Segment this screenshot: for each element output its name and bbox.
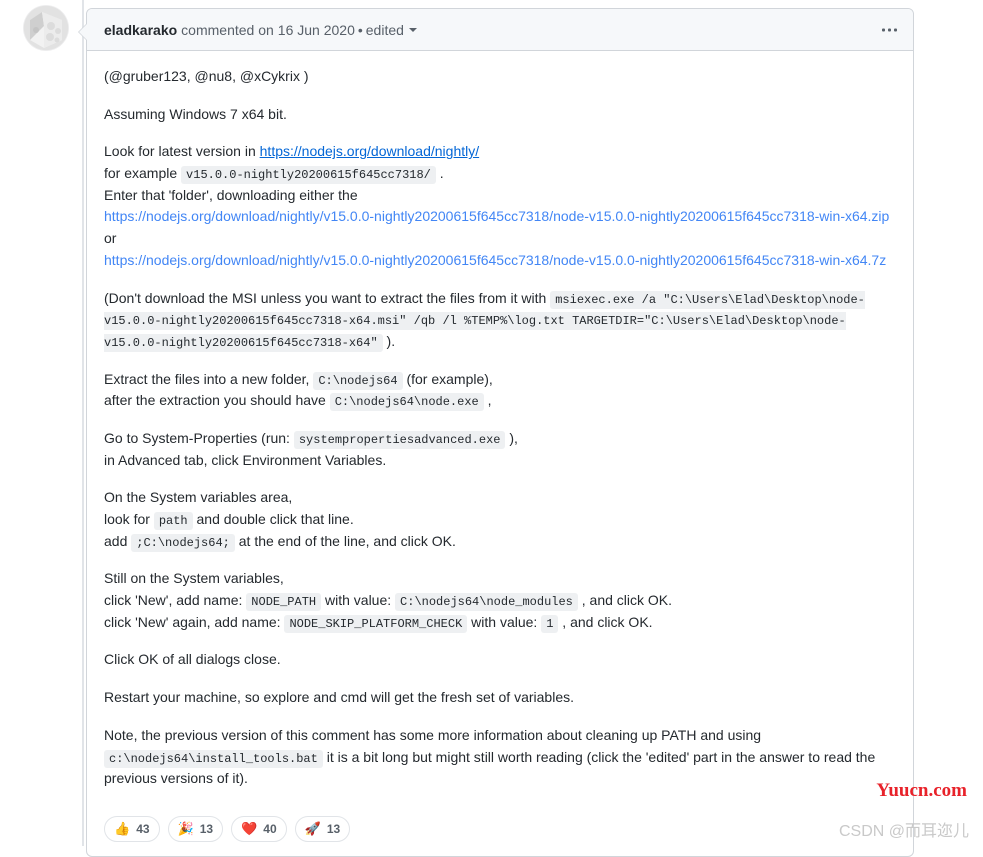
or-text: or <box>104 230 117 247</box>
sysvars-area-text: On the System variables area, <box>104 489 293 506</box>
enter-folder-text: Enter that 'folder', downloading either … <box>104 186 358 203</box>
new2-suffix-text: , and click OK. <box>558 613 653 630</box>
sysprops-prefix-text: Go to System-Properties (run: <box>104 429 294 446</box>
version-folder-code: v15.0.0-nightly20200615f645cc7318/ <box>181 166 436 185</box>
node-skip-platform-check-name-code: NODE_SKIP_PLATFORM_CHECK <box>284 614 468 633</box>
kebab-dot-2 <box>888 28 891 31</box>
party-popper-icon: 🎉 <box>177 821 194 837</box>
node-path-value-code: C:\nodejs64\node_modules <box>395 593 578 612</box>
heart-icon: ❤️ <box>241 821 258 837</box>
nodejs64-folder-code: C:\nodejs64 <box>313 371 403 390</box>
paragraph-system-variables: On the System variables area, look for pa… <box>104 487 896 552</box>
reaction-heart[interactable]: ❤️ 40 <box>231 815 287 842</box>
reaction-count-party-popper: 13 <box>199 821 214 836</box>
reactions-bar: 👍 43 🎉 13 ❤️ 40 🚀 13 <box>87 814 913 856</box>
avatar[interactable] <box>24 6 68 50</box>
systempropertiesadvanced-code: systempropertiesadvanced.exe <box>293 430 506 449</box>
paragraph-system-properties: Go to System-Properties (run: systemprop… <box>104 428 896 471</box>
comment-date[interactable]: 16 Jun 2020 <box>278 22 355 38</box>
new1-mid-text: with value: <box>321 592 396 609</box>
mention-separator-2: , <box>232 68 240 84</box>
paragraph-assuming-windows: Assuming Windows 7 x64 bit. <box>104 105 287 122</box>
mentions-close-paren: ) <box>299 68 309 84</box>
paragraph-extract-files: Extract the files into a new folder, C:\… <box>104 369 896 412</box>
paragraph-mentions: (@gruber123, @nu8, @xCykrix ) <box>104 66 896 88</box>
new1-prefix-text: click 'New', add name: <box>104 592 247 609</box>
paragraph-restart-machine: Restart your machine, so explore and cmd… <box>104 689 574 706</box>
mention-gruber123[interactable]: @gruber123 <box>109 68 187 84</box>
node-exe-path-code: C:\nodejs64\node.exe <box>329 393 484 412</box>
path-append-code: ;C:\nodejs64; <box>131 533 235 552</box>
paragraph-look-for-latest: Look for latest version in https://nodej… <box>104 141 896 271</box>
msi-suffix-text: ). <box>382 332 396 349</box>
sysprops-suffix-text: ), <box>505 429 518 446</box>
download-zip-url[interactable]: https://nodejs.org/download/nightly/v15.… <box>104 208 889 224</box>
comment-author[interactable]: eladkarako <box>104 22 177 38</box>
kebab-horizontal-icon[interactable] <box>880 24 899 35</box>
msi-prefix-text: (Don't download the MSI unless you want … <box>104 289 551 306</box>
download-7z-url[interactable]: https://nodejs.org/download/nightly/v15.… <box>104 252 886 268</box>
mention-xcykrix[interactable]: @xCykrix <box>240 68 300 84</box>
new1-suffix-text: , and click OK. <box>577 592 673 609</box>
reaction-count-rocket: 13 <box>326 821 341 836</box>
paragraph-note-previous-version: Note, the previous version of this comme… <box>104 725 896 790</box>
extract-prefix-text: Extract the files into a new folder, <box>104 370 314 387</box>
lookfor-prefix-text: look for <box>104 511 154 527</box>
new2-prefix-text: click 'New' again, add name: <box>104 613 285 630</box>
chevron-down-icon[interactable] <box>408 27 417 32</box>
avatar-dice-image <box>24 6 68 50</box>
add-suffix-text: at the end of the line, and click OK. <box>234 532 456 549</box>
for-example-prefix: for example <box>104 165 182 182</box>
meta-separator: • <box>357 21 363 38</box>
edited-label[interactable]: edited <box>366 22 404 38</box>
node-skip-platform-check-value-code: 1 <box>541 614 559 633</box>
kebab-dot-1 <box>882 28 885 31</box>
extract-suffix-text: (for example), <box>402 370 493 387</box>
kebab-dot-3 <box>894 28 897 31</box>
mention-separator-1: , <box>186 68 195 84</box>
still-sysvars-text: Still on the System variables, <box>104 570 284 587</box>
rocket-icon: 🚀 <box>304 821 321 837</box>
after-extract-prefix-text: after the extraction you should have <box>104 392 330 409</box>
reaction-count-heart: 40 <box>263 821 277 836</box>
thread-line <box>82 0 84 846</box>
new2-mid-text: with value: <box>467 613 542 630</box>
advanced-tab-text: in Advanced tab, click Environment Varia… <box>104 451 387 468</box>
install-tools-bat-code: c:\nodejs64\install_tools.bat <box>104 749 323 768</box>
paragraph-new-variables: Still on the System variables, click 'New… <box>104 568 896 633</box>
add-prefix-text: add <box>104 532 132 549</box>
path-variable-code: path <box>153 512 193 530</box>
nodejs-nightly-link[interactable]: https://nodejs.org/download/nightly/ <box>260 143 479 159</box>
lookfor-suffix-text: and double click that line. <box>192 511 354 527</box>
reaction-count-thumbs-up: 43 <box>136 821 150 836</box>
for-example-suffix: . <box>435 165 444 182</box>
note-prefix-text: Note, the previous version of this comme… <box>104 726 762 743</box>
paragraph-click-ok: Click OK of all dialogs close. <box>104 651 281 668</box>
look-prefix-text: Look for latest version in <box>104 143 260 160</box>
mention-nu8[interactable]: @nu8 <box>195 68 233 84</box>
comment-body: (@gruber123, @nu8, @xCykrix ) Assuming W… <box>87 51 913 814</box>
reaction-rocket[interactable]: 🚀 13 <box>294 815 351 842</box>
thumbs-up-icon: 👍 <box>114 821 131 837</box>
comment-action-label: commented on <box>181 21 274 38</box>
reaction-party-popper[interactable]: 🎉 13 <box>167 815 224 842</box>
comment-container: eladkarako commented on 16 Jun 2020 • ed… <box>78 8 914 857</box>
comment-header: eladkarako commented on 16 Jun 2020 • ed… <box>87 9 913 51</box>
after-extract-suffix-text: , <box>483 392 492 409</box>
reaction-thumbs-up[interactable]: 👍 43 <box>104 815 160 842</box>
node-path-name-code: NODE_PATH <box>246 593 322 612</box>
paragraph-msi-note: (Don't download the MSI unless you want … <box>104 288 896 353</box>
